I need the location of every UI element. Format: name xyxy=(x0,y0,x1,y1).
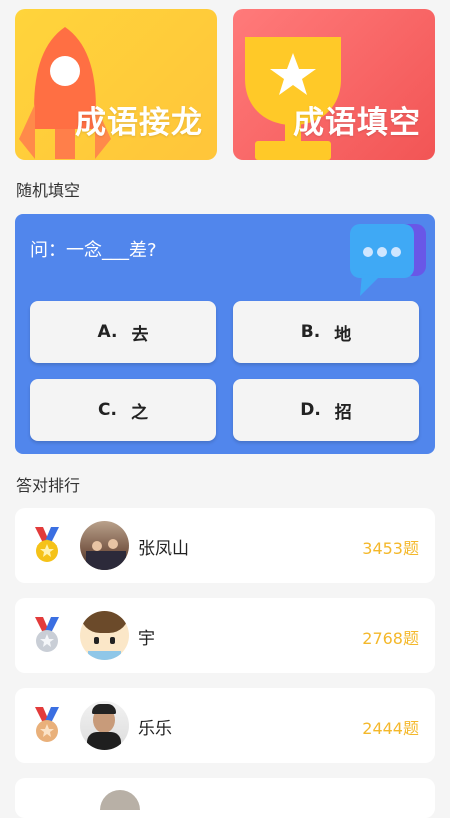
option-text: 地 xyxy=(334,324,352,345)
avatar xyxy=(80,701,129,750)
card-title: 成语填空 xyxy=(293,105,421,141)
answer-count: 2444题 xyxy=(362,719,419,738)
answer-count: 3453题 xyxy=(362,539,419,558)
option-letter: D. xyxy=(300,400,321,420)
user-name: 乐乐 xyxy=(138,719,172,739)
option-letter: B. xyxy=(300,322,321,342)
ranking-row[interactable] xyxy=(15,778,435,818)
avatar xyxy=(80,611,129,660)
section-title-random-fill: 随机填空 xyxy=(16,181,81,200)
question-text: 问：一念___差? xyxy=(30,240,157,261)
ranking-row[interactable]: 张凤山 3453题 xyxy=(15,508,435,583)
option-d-button[interactable]: D. 招 xyxy=(233,379,419,441)
option-letter: A. xyxy=(97,322,118,342)
option-text: 招 xyxy=(334,402,352,423)
bronze-medal-icon xyxy=(35,707,59,742)
gold-medal-icon xyxy=(35,527,59,562)
option-c-button[interactable]: C. 之 xyxy=(30,379,216,441)
avatar xyxy=(80,521,129,570)
quiz-card: 问：一念___差? A. 去 B. 地 C. 之 D. 招 xyxy=(15,214,435,454)
avatar xyxy=(100,790,140,810)
section-title-ranking: 答对排行 xyxy=(16,476,81,495)
ranking-row[interactable]: 乐乐 2444题 xyxy=(15,688,435,763)
ranking-row[interactable]: 宇 2768题 xyxy=(15,598,435,673)
card-title: 成语接龙 xyxy=(75,105,203,141)
option-a-button[interactable]: A. 去 xyxy=(30,301,216,363)
chat-bubble-icon xyxy=(350,224,426,296)
option-text: 之 xyxy=(130,402,148,423)
user-name: 宇 xyxy=(138,629,155,649)
option-b-button[interactable]: B. 地 xyxy=(233,301,419,363)
option-letter: C. xyxy=(98,400,117,420)
chengyu-jielong-card[interactable]: 成语接龙 xyxy=(15,9,217,160)
user-name: 张凤山 xyxy=(138,539,189,559)
chengyu-tiankong-card[interactable]: 成语填空 xyxy=(233,9,435,160)
silver-medal-icon xyxy=(35,617,59,652)
answer-count: 2768题 xyxy=(362,629,419,648)
option-text: 去 xyxy=(131,324,149,345)
